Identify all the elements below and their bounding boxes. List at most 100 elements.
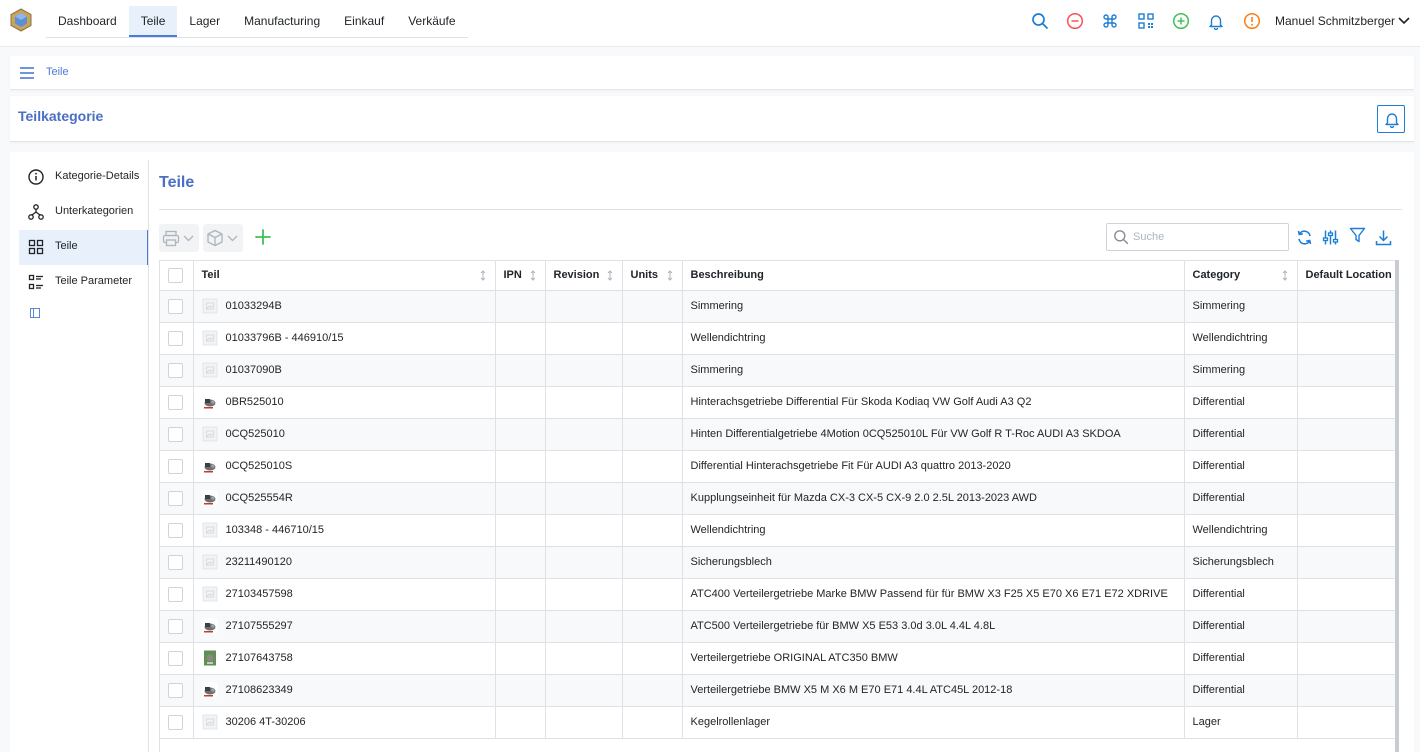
part-name-link[interactable]: 01033294B	[226, 300, 282, 312]
table-row[interactable]: 103348 - 446710/15 Wellendichtring Wellend…	[160, 514, 1395, 547]
column-header-category[interactable]: Category	[1184, 261, 1298, 291]
subscribe-button[interactable]	[1377, 105, 1405, 133]
cell-teil[interactable]: 103348 - 446710/15	[193, 514, 496, 547]
cell-teil[interactable]: 01033294B	[193, 290, 496, 323]
sidebar-item-kategorie-details[interactable]: Kategorie-Details	[19, 160, 149, 195]
table-row[interactable]: 01037090B Simmering Simmering	[160, 354, 1395, 387]
row-checkbox[interactable]	[168, 362, 183, 378]
row-checkbox[interactable]	[168, 682, 183, 698]
refresh-icon[interactable]	[1296, 229, 1313, 246]
row-checkbox[interactable]	[168, 522, 183, 538]
part-name-link[interactable]: 0BR525010	[226, 396, 284, 408]
app-logo-icon[interactable]	[10, 8, 32, 32]
cell-teil[interactable]: 01037090B	[193, 354, 496, 387]
cell-teil[interactable]: 27103457598	[193, 578, 496, 611]
part-name-link[interactable]: 23211490120	[226, 556, 292, 568]
nav-tab-manufacturing[interactable]: Manufacturing	[232, 6, 332, 37]
breadcrumb-item-teile[interactable]: Teile	[46, 66, 69, 78]
part-name-link[interactable]: 27108623349	[226, 684, 293, 696]
row-checkbox[interactable]	[168, 618, 183, 634]
sidebar-item-teile-parameter[interactable]: Teile Parameter	[19, 265, 149, 300]
table-row[interactable]: 0BR525010 Hinterachsgetriebe Differential…	[160, 386, 1395, 419]
part-thumbnail-icon[interactable]	[202, 650, 218, 666]
sidebar-collapse-icon[interactable]	[30, 308, 40, 318]
cell-teil[interactable]: 23211490120	[193, 546, 496, 579]
part-thumbnail-icon[interactable]	[202, 618, 218, 634]
table-row[interactable]: 0CQ525010S Differential Hinterachsgetrieb…	[160, 450, 1395, 483]
column-header-teil[interactable]: Teil	[193, 261, 496, 291]
table-row[interactable]: 27107555297 ATC500 Verteilergetriebe für …	[160, 610, 1395, 643]
cell-teil[interactable]: 27107643758	[193, 642, 496, 675]
part-name-link[interactable]: 103348 - 446710/15	[226, 524, 324, 536]
print-menu-button[interactable]	[159, 224, 199, 252]
command-icon[interactable]	[1101, 12, 1119, 30]
table-row[interactable]: 27108623349 Verteilergetriebe BMW X5 M X6…	[160, 674, 1395, 707]
nav-tab-einkauf[interactable]: Einkauf	[332, 6, 396, 37]
cell-teil[interactable]: 27108623349	[193, 674, 496, 707]
cell-teil[interactable]: 0CQ525554R	[193, 482, 496, 515]
table-row[interactable]: 0CQ525010 Hinten Differentialgetriebe 4Mo…	[160, 418, 1395, 451]
part-name-link[interactable]: 27103457598	[226, 588, 293, 600]
nav-tab-verkäufe[interactable]: Verkäufe	[396, 6, 467, 37]
table-row[interactable]: 27103457598 ATC400 Verteilergetriebe Mark…	[160, 578, 1395, 611]
table-row[interactable]: 23211490120 Sicherungsblech Sicherungsblec…	[160, 546, 1395, 579]
chevron-down-icon[interactable]	[1398, 16, 1410, 26]
nav-tab-teile[interactable]: Teile	[128, 6, 178, 37]
table-row[interactable]: 27107643758 Verteilergetriebe ORIGINAL AT…	[160, 642, 1395, 675]
cell-teil[interactable]: 0BR525010	[193, 386, 496, 419]
cell-teil[interactable]: 0CQ525010	[193, 418, 496, 451]
menu-icon[interactable]	[19, 66, 35, 80]
row-checkbox[interactable]	[168, 394, 183, 410]
part-name-link[interactable]: 30206 4T-30206	[226, 716, 306, 728]
adjustments-icon[interactable]	[1322, 229, 1339, 246]
cell-teil[interactable]: 01033796B - 446910/15	[193, 322, 496, 355]
cell-teil[interactable]: 27107555297	[193, 610, 496, 643]
column-header-ipn[interactable]: IPN	[495, 261, 546, 291]
sidebar-item-teile[interactable]: Teile	[19, 230, 149, 265]
plus-circle-icon[interactable]	[1172, 12, 1190, 30]
search-field[interactable]	[1106, 223, 1289, 251]
column-header-revision[interactable]: Revision	[545, 261, 623, 291]
search-icon[interactable]	[1031, 12, 1049, 30]
cell-teil[interactable]: 30206 4T-30206	[193, 706, 496, 739]
select-all-checkbox[interactable]	[168, 267, 183, 283]
part-thumbnail-icon[interactable]	[202, 490, 218, 506]
row-checkbox[interactable]	[168, 554, 183, 570]
search-input[interactable]	[1133, 228, 1283, 246]
sort-icon[interactable]	[1281, 270, 1289, 281]
download-icon[interactable]	[1375, 229, 1392, 246]
add-part-button[interactable]	[254, 228, 272, 246]
part-thumbnail-icon[interactable]	[202, 394, 218, 410]
row-checkbox[interactable]	[168, 650, 183, 666]
minus-circle-icon[interactable]	[1066, 12, 1084, 30]
part-name-link[interactable]: 0CQ525554R	[226, 492, 293, 504]
part-name-link[interactable]: 01033796B - 446910/15	[226, 332, 344, 344]
part-name-link[interactable]: 27107643758	[226, 652, 293, 664]
sort-icon[interactable]	[479, 270, 487, 281]
part-name-link[interactable]: 0CQ525010	[226, 428, 285, 440]
stock-actions-button[interactable]	[203, 224, 243, 252]
row-checkbox[interactable]	[168, 586, 183, 602]
alert-circle-icon[interactable]	[1243, 12, 1261, 30]
cell-teil[interactable]: 0CQ525010S	[193, 450, 496, 483]
part-name-link[interactable]: 0CQ525010S	[226, 460, 293, 472]
filter-icon[interactable]	[1349, 227, 1366, 244]
row-checkbox[interactable]	[168, 426, 183, 442]
table-row[interactable]: 01033294B Simmering Simmering	[160, 290, 1395, 323]
sort-icon[interactable]	[606, 270, 614, 281]
sidebar-item-unterkategorien[interactable]: Unterkategorien	[19, 195, 149, 230]
part-name-link[interactable]: 27107555297	[226, 620, 293, 632]
part-name-link[interactable]: 01037090B	[226, 364, 282, 376]
table-row[interactable]: 0CQ525554R Kupplungseinheit für Mazda CX-…	[160, 482, 1395, 515]
nav-tab-lager[interactable]: Lager	[177, 6, 232, 37]
table-row[interactable]: 30206 4T-30206 Kegelrollenlager Lager	[160, 706, 1395, 739]
sort-icon[interactable]	[529, 270, 537, 281]
row-checkbox[interactable]	[168, 458, 183, 474]
row-checkbox[interactable]	[168, 330, 183, 346]
part-thumbnail-icon[interactable]	[202, 682, 218, 698]
column-header-units[interactable]: Units	[622, 261, 683, 291]
qr-code-icon[interactable]	[1137, 12, 1155, 30]
nav-tab-dashboard[interactable]: Dashboard	[46, 6, 129, 37]
table-scrollbar[interactable]	[1395, 260, 1399, 752]
row-checkbox[interactable]	[168, 714, 183, 730]
